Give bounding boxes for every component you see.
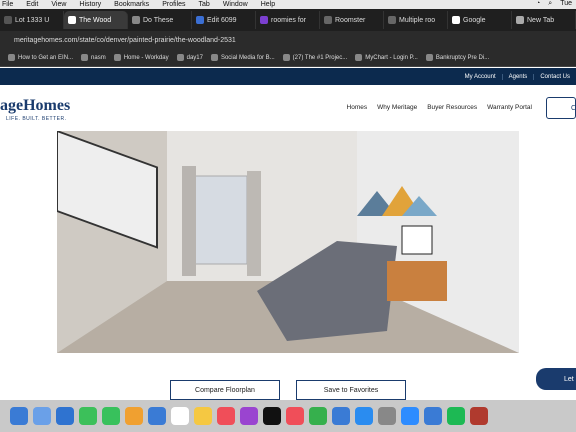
site-header: ageHomes LIFE. BUILT. BETTER. Homes Why … — [0, 85, 576, 131]
news-icon[interactable] — [286, 407, 304, 425]
virtual-tour-viewer[interactable] — [57, 131, 519, 353]
bookmark-4[interactable]: Social Media for B... — [210, 54, 275, 61]
utility-bar: My Account Agents Contact Us — [0, 68, 576, 85]
agents-link[interactable]: Agents — [501, 73, 534, 80]
favicon-icon — [4, 16, 12, 24]
floating-action-button[interactable]: Let — [536, 368, 576, 390]
bookmark-1[interactable]: nasm — [81, 54, 106, 61]
bookmark-icon — [8, 54, 15, 61]
preview-icon[interactable] — [424, 407, 442, 425]
bookmark-2[interactable]: Home - Workday — [113, 54, 169, 61]
tab-0[interactable]: Lot 1333 U — [0, 11, 64, 29]
bookmark-icon — [355, 54, 363, 61]
address-bar[interactable]: meritagehomes.com/state/co/denver/painte… — [0, 31, 576, 49]
menu-file[interactable]: File — [2, 1, 13, 8]
appletv-icon[interactable] — [263, 407, 281, 425]
photos-icon[interactable] — [125, 407, 143, 425]
favicon-icon — [516, 16, 524, 24]
url-text[interactable]: meritagehomes.com/state/co/denver/painte… — [14, 37, 236, 44]
logo[interactable]: ageHomes — [0, 97, 70, 115]
clock: Tue — [560, 0, 572, 7]
bookmark-icon — [210, 54, 218, 61]
nav-buyer-resources[interactable]: Buyer Resources — [427, 104, 477, 111]
bookmark-icon — [81, 54, 89, 61]
calendar-icon[interactable] — [171, 407, 189, 425]
nav-warranty-portal[interactable]: Warranty Portal — [487, 104, 532, 111]
favicon-icon — [324, 16, 332, 24]
bookmark-0[interactable]: How to Get an EIN... — [8, 54, 73, 61]
mac-dock — [0, 400, 576, 432]
mac-menu-bar: File Edit View History Bookmarks Profile… — [0, 0, 576, 9]
menu-tab[interactable]: Tab — [199, 1, 210, 8]
wifi-icon: ◔ — [536, 0, 541, 7]
my-account-link[interactable]: My Account — [459, 74, 502, 80]
appstore-icon[interactable] — [355, 407, 373, 425]
mail-icon[interactable] — [56, 407, 74, 425]
bookmarks-bar: How to Get an EIN... nasm Home - Workday… — [0, 49, 576, 67]
menu-status: ◔ ⌕ Tue — [536, 0, 572, 8]
finder-icon[interactable] — [10, 407, 28, 425]
bedroom-photo — [57, 131, 519, 353]
spotify-icon[interactable] — [447, 407, 465, 425]
menu-history[interactable]: History — [79, 1, 101, 8]
nav-cta-button[interactable]: C — [546, 97, 576, 119]
bookmark-6[interactable]: MyChart - Login P... — [355, 54, 418, 61]
google-icon — [452, 16, 460, 24]
menu-bookmarks[interactable]: Bookmarks — [114, 1, 149, 8]
tab-1[interactable]: The Wood — [64, 11, 128, 29]
save-to-favorites-button[interactable]: Save to Favorites — [296, 380, 406, 400]
contact-us-link[interactable]: Contact Us — [533, 73, 576, 80]
numbers-icon[interactable] — [309, 407, 327, 425]
favicon-icon — [68, 16, 76, 24]
bookmark-7[interactable]: Bankruptcy Pre Di... — [425, 54, 489, 61]
dictionary-icon[interactable] — [470, 407, 488, 425]
facetime-icon[interactable] — [79, 407, 97, 425]
favicon-icon — [388, 16, 396, 24]
bookmark-icon — [176, 54, 184, 61]
launchpad-icon[interactable] — [33, 407, 51, 425]
favicon-icon — [260, 16, 268, 24]
tab-5[interactable]: Roomster — [320, 11, 384, 29]
bookmark-icon — [113, 54, 121, 61]
menu-profiles[interactable]: Profiles — [162, 1, 185, 8]
menu-help[interactable]: Help — [261, 1, 275, 8]
menu-edit[interactable]: Edit — [26, 1, 38, 8]
podcasts-icon[interactable] — [240, 407, 258, 425]
nav-homes[interactable]: Homes — [347, 104, 368, 111]
bookmark-3[interactable]: day17 — [176, 54, 203, 61]
messages-icon[interactable] — [102, 407, 120, 425]
search-icon[interactable]: ⌕ — [548, 0, 552, 8]
notes-icon[interactable] — [194, 407, 212, 425]
maps-icon[interactable] — [148, 407, 166, 425]
favicon-icon — [196, 16, 204, 24]
tab-7[interactable]: Google — [448, 11, 512, 29]
keynote-icon[interactable] — [332, 407, 350, 425]
settings-icon[interactable] — [378, 407, 396, 425]
tab-3[interactable]: Edit 6099 — [192, 11, 256, 29]
zoom-icon[interactable] — [401, 407, 419, 425]
music-icon[interactable] — [217, 407, 235, 425]
tab-4[interactable]: roomies for — [256, 11, 320, 29]
compare-floorplan-button[interactable]: Compare Floorplan — [170, 380, 280, 400]
tagline: LIFE. BUILT. BETTER. — [6, 116, 67, 122]
bookmark-icon — [282, 54, 290, 61]
tab-6[interactable]: Multiple roo — [384, 11, 448, 29]
nav-why-meritage[interactable]: Why Meritage — [377, 104, 417, 111]
main-nav: Homes Why Meritage Buyer Resources Warra… — [347, 104, 532, 111]
menu-view[interactable]: View — [51, 1, 66, 8]
tab-8[interactable]: New Tab — [512, 11, 576, 29]
menu-window[interactable]: Window — [223, 1, 248, 8]
favicon-icon — [132, 16, 140, 24]
tab-strip: Lot 1333 U The Wood Do These Edit 6099 r… — [0, 9, 576, 31]
tab-2[interactable]: Do These — [128, 11, 192, 29]
bookmark-5[interactable]: (27) The #1 Projec... — [282, 54, 347, 61]
bookmark-icon — [425, 54, 433, 61]
